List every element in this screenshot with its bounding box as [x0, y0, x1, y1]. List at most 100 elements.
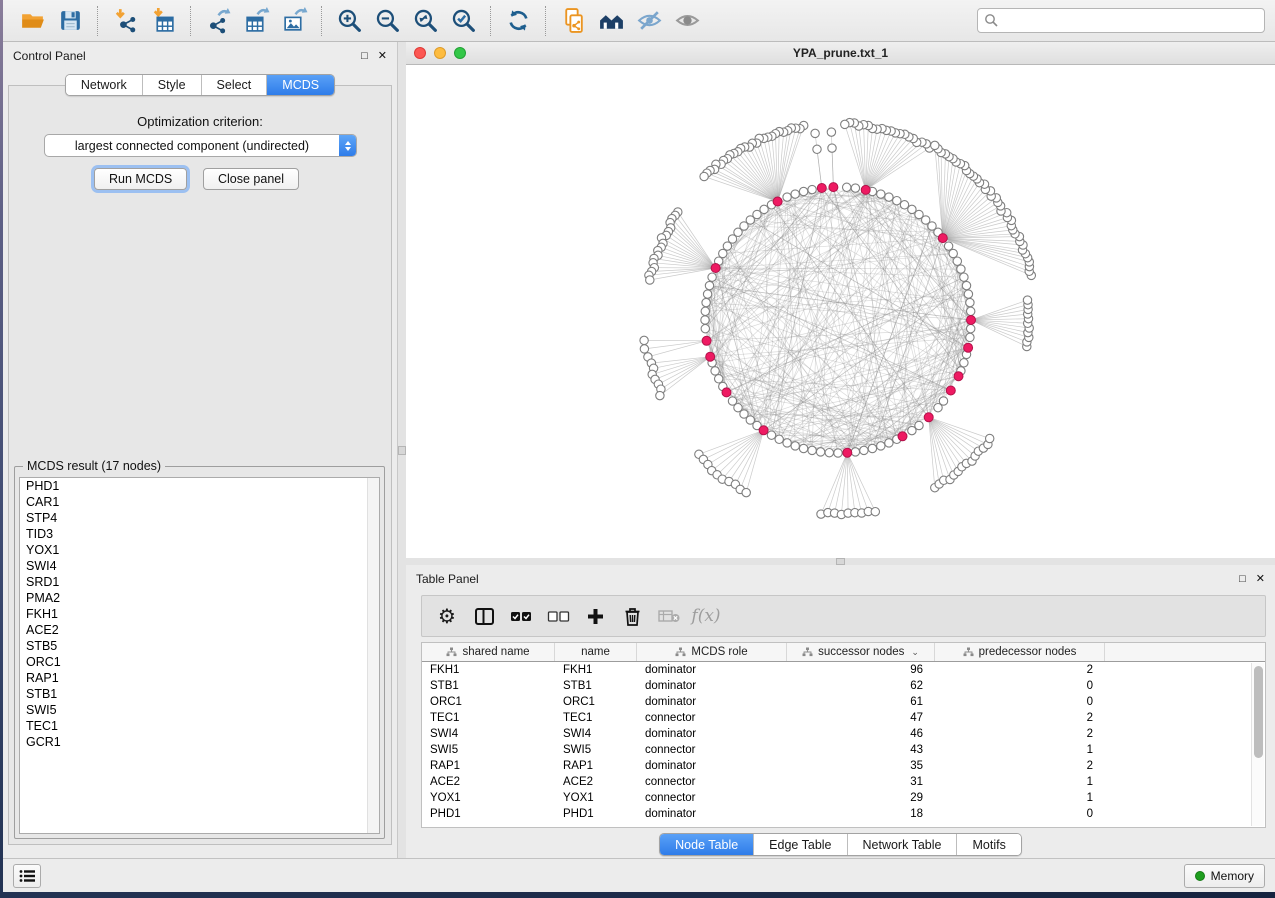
table-scrollbar-thumb[interactable] [1254, 666, 1263, 758]
add-column-icon[interactable] [580, 601, 610, 631]
table-cell: ORC1 [422, 696, 555, 708]
mcds-result-item[interactable]: ORC1 [20, 654, 379, 670]
column-header-MCDS-role[interactable]: MCDS role [637, 643, 787, 661]
import-table-icon[interactable] [146, 4, 180, 38]
column-header-successor-nodes[interactable]: successor nodes⌄ [787, 643, 935, 661]
select-all-rows-icon[interactable] [506, 601, 536, 631]
splitter-grip[interactable] [836, 558, 845, 565]
delete-columns-icon[interactable] [617, 601, 647, 631]
search-input[interactable] [977, 8, 1265, 33]
save-session-icon[interactable] [53, 4, 87, 38]
table-cell: FKH1 [555, 664, 637, 676]
mcds-result-item[interactable]: RAP1 [20, 670, 379, 686]
mcds-result-item[interactable]: YOX1 [20, 542, 379, 558]
copy-network-icon[interactable] [556, 4, 590, 38]
zoom-out-icon[interactable] [370, 4, 404, 38]
mcds-result-item[interactable]: PMA2 [20, 590, 379, 606]
open-session-icon[interactable] [15, 4, 49, 38]
export-image-icon[interactable] [277, 4, 311, 38]
table-row[interactable]: ORC1ORC1dominator610 [422, 694, 1265, 710]
close-panel-icon[interactable]: ✕ [1256, 574, 1265, 585]
table-options-icon[interactable]: ⚙ [432, 601, 462, 631]
column-selector-icon[interactable] [469, 601, 499, 631]
table-row[interactable]: STB1STB1dominator620 [422, 678, 1265, 694]
float-panel-icon[interactable]: □ [1239, 574, 1246, 585]
table-row[interactable]: TEC1TEC1connector472 [422, 710, 1265, 726]
table-row[interactable]: FKH1FKH1dominator962 [422, 662, 1265, 678]
table-row[interactable]: SWI4SWI4dominator462 [422, 726, 1265, 742]
table-row[interactable]: RAP1RAP1dominator352 [422, 758, 1265, 774]
toolbar-separator [190, 6, 191, 36]
import-network-icon[interactable] [108, 4, 142, 38]
mcds-result-item[interactable]: SWI5 [20, 702, 379, 718]
table-cell: YOX1 [422, 792, 555, 804]
mcds-result-item[interactable]: SRD1 [20, 574, 379, 590]
tab-style[interactable]: Style [143, 75, 202, 95]
horizontal-splitter[interactable] [406, 558, 1275, 565]
mcds-result-list: PHD1CAR1STP4TID3YOX1SWI4SRD1PMA2FKH1ACE2… [19, 477, 380, 834]
mcds-result-item[interactable]: STP4 [20, 510, 379, 526]
task-history-icon[interactable] [13, 864, 41, 888]
unselect-all-rows-icon[interactable] [543, 601, 573, 631]
table-panel-title: Table Panel [416, 572, 479, 586]
table-cell: SWI4 [555, 728, 637, 740]
refresh-icon[interactable] [501, 4, 535, 38]
mcds-result-item[interactable]: FKH1 [20, 606, 379, 622]
mcds-list-scrollbar[interactable] [367, 478, 379, 833]
splitter-grip[interactable] [398, 446, 406, 455]
column-header-predecessor-nodes[interactable]: predecessor nodes [935, 643, 1105, 661]
memory-button[interactable]: Memory [1184, 864, 1265, 888]
column-header-name[interactable]: name [555, 643, 637, 661]
table-cell: TEC1 [422, 712, 555, 724]
table-scrollbar[interactable] [1251, 663, 1264, 826]
float-panel-icon[interactable]: □ [361, 51, 368, 62]
table-cell: FKH1 [422, 664, 555, 676]
status-bar: Memory [3, 858, 1275, 892]
zoom-in-icon[interactable] [332, 4, 366, 38]
control-panel-title: Control Panel [13, 49, 86, 63]
export-table-icon[interactable] [239, 4, 273, 38]
table-panel-titlebar: Table Panel □ ✕ [406, 565, 1275, 593]
table-row[interactable]: YOX1YOX1connector291 [422, 790, 1265, 806]
table-row[interactable]: PHD1PHD1dominator180 [422, 806, 1265, 822]
tab-node-table[interactable]: Node Table [660, 834, 754, 855]
mcds-result-item[interactable]: STB1 [20, 686, 379, 702]
table-cell: 18 [787, 808, 935, 820]
table-row[interactable]: SWI5SWI5connector431 [422, 742, 1265, 758]
table-cell: 1 [935, 792, 1105, 804]
zoom-selected-icon[interactable] [446, 4, 480, 38]
table-row[interactable]: ACE2ACE2connector311 [422, 774, 1265, 790]
select-stepper-icon [339, 135, 356, 156]
mcds-result-item[interactable]: STB5 [20, 638, 379, 654]
zoom-fit-icon[interactable] [408, 4, 442, 38]
mcds-result-item[interactable]: ACE2 [20, 622, 379, 638]
tab-network-table[interactable]: Network Table [848, 834, 958, 855]
table-cell: 2 [935, 728, 1105, 740]
vertical-splitter[interactable] [398, 42, 406, 858]
tab-network[interactable]: Network [66, 75, 143, 95]
run-mcds-button[interactable]: Run MCDS [94, 168, 187, 190]
criterion-select[interactable]: largest connected component (undirected) [44, 134, 357, 157]
table-cell: 47 [787, 712, 935, 724]
close-panel-icon[interactable]: ✕ [378, 51, 387, 62]
tab-edge-table[interactable]: Edge Table [754, 834, 847, 855]
column-header-shared-name[interactable]: shared name [422, 643, 555, 661]
tab-motifs[interactable]: Motifs [957, 834, 1020, 855]
criterion-value: largest connected component (undirected) [45, 139, 339, 153]
show-graphics-details-icon[interactable] [594, 4, 628, 38]
show-all-icon[interactable] [670, 4, 704, 38]
mcds-result-item[interactable]: PHD1 [20, 478, 379, 494]
mcds-result-item[interactable]: CAR1 [20, 494, 379, 510]
hide-selected-icon[interactable] [632, 4, 666, 38]
mcds-result-item[interactable]: SWI4 [20, 558, 379, 574]
mcds-result-item[interactable]: TID3 [20, 526, 379, 542]
mcds-result-item[interactable]: TEC1 [20, 718, 379, 734]
tab-mcds[interactable]: MCDS [267, 75, 334, 95]
mcds-result-item[interactable]: GCR1 [20, 734, 379, 750]
tab-select[interactable]: Select [202, 75, 268, 95]
network-canvas[interactable] [406, 65, 1275, 558]
close-panel-button[interactable]: Close panel [203, 168, 299, 190]
mcds-result-title: MCDS result (17 nodes) [23, 459, 165, 473]
table-cell: 0 [935, 808, 1105, 820]
export-network-icon[interactable] [201, 4, 235, 38]
